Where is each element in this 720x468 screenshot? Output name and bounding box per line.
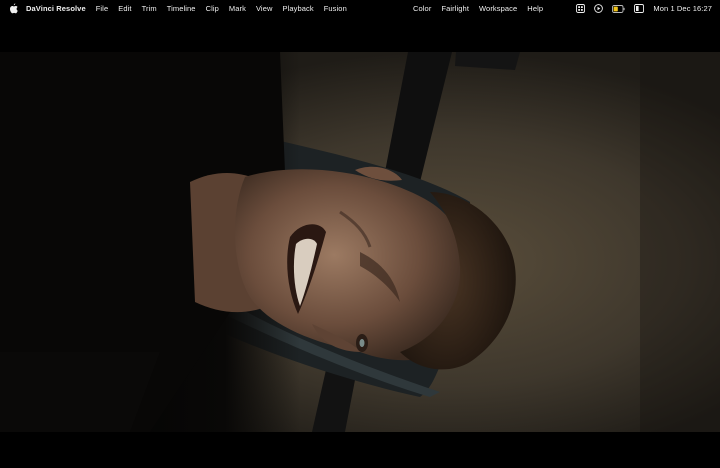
menu-clip[interactable]: Clip [206, 4, 219, 13]
video-frame [0, 52, 720, 432]
battery-icon[interactable] [612, 4, 625, 13]
menu-mark[interactable]: Mark [229, 4, 246, 13]
play-icon[interactable] [594, 4, 604, 13]
menu-workspace[interactable]: Workspace [479, 4, 517, 13]
apple-menu-icon[interactable] [9, 2, 18, 14]
menu-trim[interactable]: Trim [142, 4, 157, 13]
app-name-menu[interactable]: DaVinci Resolve [26, 4, 86, 13]
menu-help[interactable]: Help [527, 4, 543, 13]
wifi-icon[interactable] [634, 4, 645, 13]
menu-timeline[interactable]: Timeline [167, 4, 196, 13]
video-viewer[interactable] [0, 52, 720, 432]
menu-bar: DaVinci Resolve File Edit Trim Timeline … [0, 0, 720, 17]
menu-playback[interactable]: Playback [283, 4, 314, 13]
menu-fusion[interactable]: Fusion [324, 4, 347, 13]
menu-file[interactable]: File [96, 4, 109, 13]
menu-view[interactable]: View [256, 4, 273, 13]
menu-bar-clock[interactable]: Mon 1 Dec 16:27 [653, 4, 712, 13]
menu-fairlight[interactable]: Fairlight [441, 4, 469, 13]
control-center-icon[interactable] [576, 4, 586, 13]
menu-edit[interactable]: Edit [118, 4, 131, 13]
menu-color[interactable]: Color [413, 4, 431, 13]
status-area: Mon 1 Dec 16:27 [567, 0, 712, 17]
